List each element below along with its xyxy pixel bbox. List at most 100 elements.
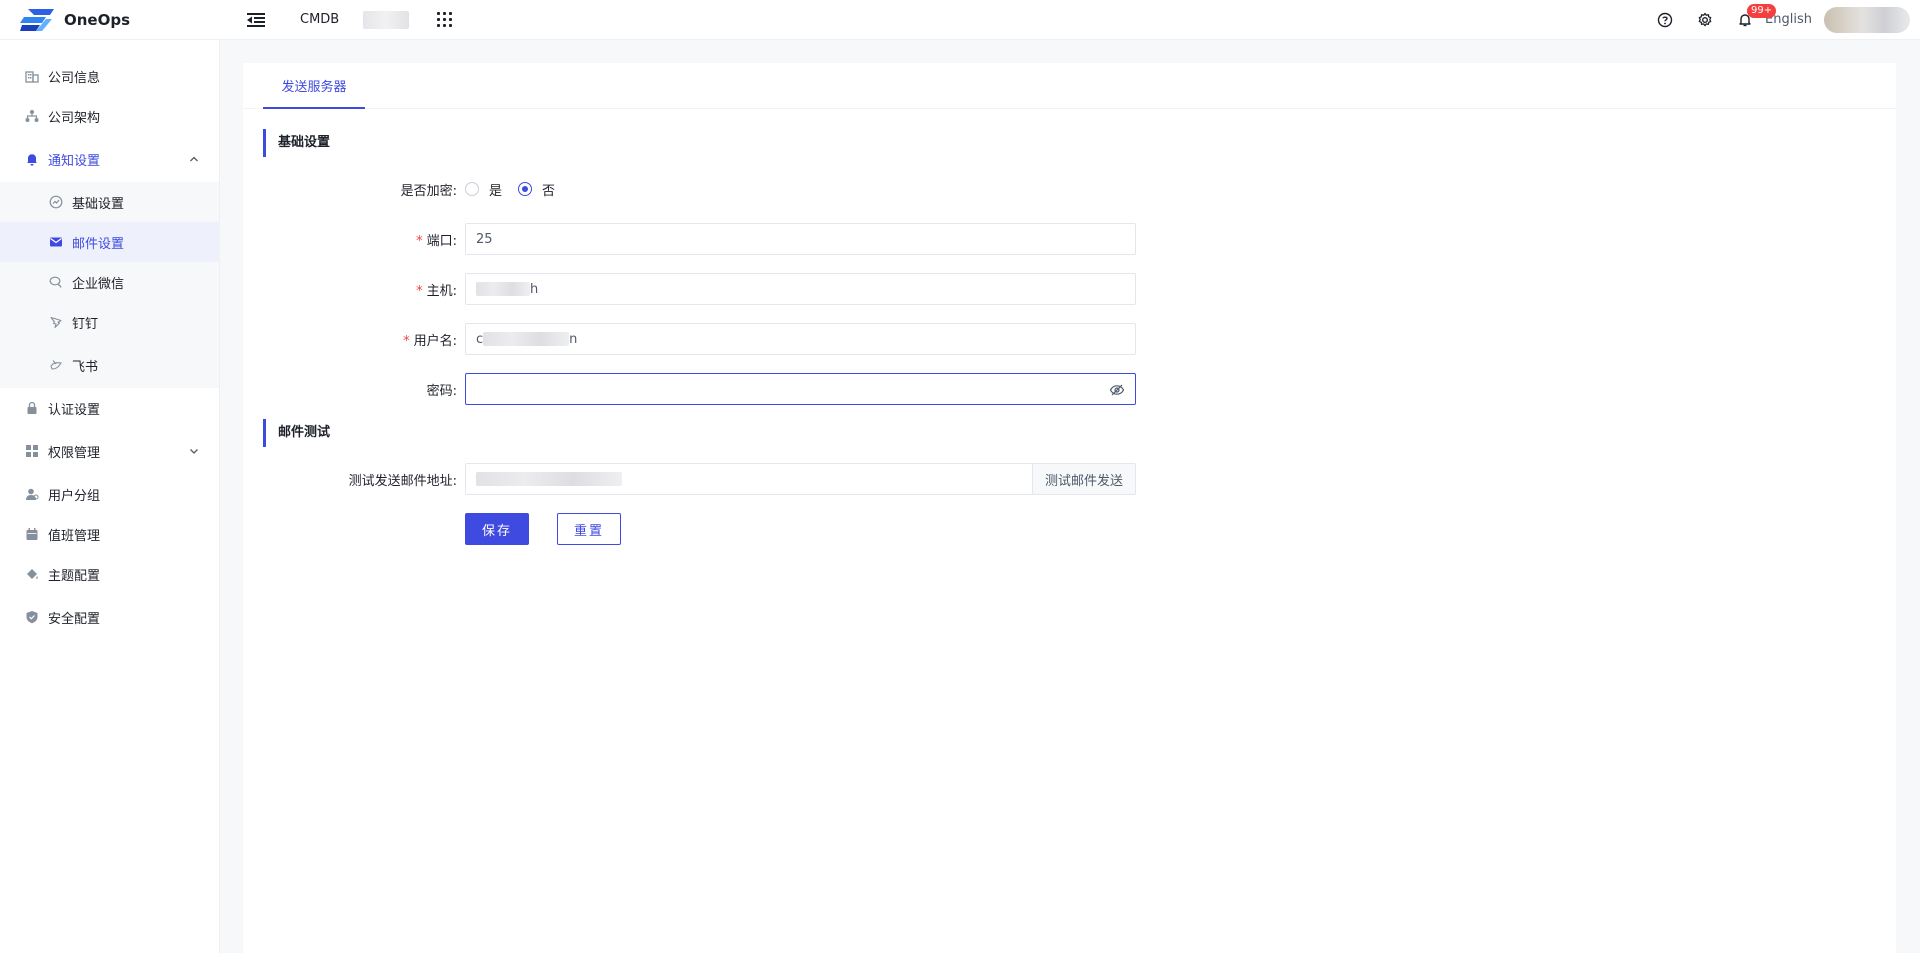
- tab-bar: 发送服务器: [243, 63, 1896, 109]
- sidebar-item-basic-settings[interactable]: 基础设置: [0, 182, 219, 222]
- host-value-suffix: h: [530, 281, 539, 297]
- sidebar-item-label: 公司信息: [48, 70, 101, 86]
- notification-bell-icon[interactable]: 99+: [1735, 3, 1777, 30]
- required-mark: *: [416, 283, 423, 299]
- sidebar-item-label: 基础设置: [72, 196, 125, 212]
- encrypt-label: 是否加密:: [400, 183, 457, 199]
- dingtalk-icon: [48, 314, 64, 330]
- help-icon[interactable]: [1655, 10, 1675, 30]
- sidebar-item-dingtalk[interactable]: 钉钉: [0, 302, 219, 342]
- username-label-text: 用户名:: [413, 333, 457, 349]
- building-icon: [24, 68, 40, 84]
- top-app-cmdb[interactable]: CMDB: [300, 12, 339, 27]
- sidebar-item-label: 飞书: [72, 359, 99, 375]
- reset-button[interactable]: 重置: [557, 513, 621, 545]
- sidebar-item-label: 企业微信: [72, 276, 125, 292]
- sidebar-item-company-structure[interactable]: 公司架构: [0, 96, 219, 136]
- sidebar-item-label: 主题配置: [48, 568, 101, 584]
- sidebar-item-label: 钉钉: [72, 316, 99, 332]
- sidebar-item-feishu[interactable]: 飞书: [0, 342, 219, 388]
- lock-icon: [24, 400, 40, 416]
- port-label: * 端口:: [243, 230, 465, 249]
- org-tree-icon: [24, 108, 40, 124]
- test-mail-send-button[interactable]: 测试邮件发送: [1032, 463, 1136, 495]
- sidebar-item-company-info[interactable]: 公司信息: [0, 56, 219, 96]
- calendar-icon: [24, 526, 40, 542]
- chevron-up-icon[interactable]: [187, 152, 201, 166]
- wechat-icon: [48, 274, 64, 290]
- sidebar-item-label: 值班管理: [48, 528, 101, 544]
- sidebar-item-label: 认证设置: [48, 402, 101, 418]
- sidebar-item-permission-management[interactable]: 权限管理: [0, 428, 219, 474]
- radio-circle-unchecked[interactable]: [465, 182, 479, 196]
- grid-icon: [24, 443, 40, 459]
- top-right-actions: 99+ English: [1635, 3, 1910, 33]
- host-redacted: [476, 282, 530, 296]
- form-row-port: * 端口: 25: [243, 223, 1136, 255]
- sidebar-item-theme-config[interactable]: 主题配置: [0, 554, 219, 594]
- radio-circle-checked[interactable]: [518, 182, 533, 196]
- form-row-password: 密码:: [243, 373, 1136, 405]
- radio-label-yes: 是: [489, 183, 503, 199]
- save-button[interactable]: 保存: [465, 513, 529, 545]
- notification-submenu: 基础设置 邮件设置 企业微信 钉钉 飞书: [0, 182, 219, 388]
- user-group-icon: [24, 486, 40, 502]
- encrypt-radio-yes[interactable]: 是: [465, 180, 502, 199]
- menu-fold-icon[interactable]: [246, 10, 266, 30]
- port-input[interactable]: 25: [465, 223, 1136, 255]
- sidebar-item-label: 权限管理: [48, 445, 101, 461]
- host-input[interactable]: h: [465, 273, 1136, 305]
- section-title-mail-test: 邮件测试: [263, 419, 330, 447]
- settings-gear-icon[interactable]: [1695, 10, 1715, 30]
- test-mail-redacted: [476, 472, 622, 486]
- sidebar-item-mail-settings[interactable]: 邮件设置: [0, 222, 219, 262]
- form-row-host: * 主机: h: [243, 273, 1136, 305]
- chevron-down-icon[interactable]: [187, 444, 201, 458]
- test-mail-label: 测试发送邮件地址:: [348, 473, 457, 489]
- sidebar-item-notification-settings[interactable]: 通知设置: [0, 136, 219, 182]
- form-row-username: * 用户名: c n: [243, 323, 1136, 355]
- host-label-text: 主机:: [426, 283, 457, 299]
- encrypt-radio-no[interactable]: 否: [518, 180, 555, 199]
- test-mail-input[interactable]: [465, 463, 1032, 495]
- username-value-suffix: n: [569, 331, 578, 347]
- port-label-text: 端口:: [426, 233, 457, 249]
- sidebar-item-security-config[interactable]: 安全配置: [0, 594, 219, 640]
- radio-label-no: 否: [542, 183, 556, 199]
- port-value: 25: [476, 231, 493, 247]
- sidebar: 公司信息 公司架构 通知设置 基础设置 邮件设置 企业微信 钉钉 飞书 认证设置…: [0, 40, 220, 953]
- required-mark: *: [403, 333, 410, 349]
- apps-grid-icon[interactable]: [437, 11, 453, 28]
- tab-send-server[interactable]: 发送服务器: [263, 63, 365, 109]
- username-input[interactable]: c n: [465, 323, 1136, 355]
- sidebar-item-label: 公司架构: [48, 110, 101, 126]
- notification-badge: 99+: [1747, 3, 1777, 18]
- logo[interactable]: OneOps: [20, 8, 220, 31]
- host-label: * 主机:: [243, 280, 465, 299]
- sidebar-item-label: 邮件设置: [72, 236, 125, 252]
- required-mark: *: [416, 233, 423, 249]
- mail-icon: [48, 234, 64, 250]
- username-redacted: [483, 332, 570, 346]
- sidebar-item-user-group[interactable]: 用户分组: [0, 474, 219, 514]
- bell-icon: [24, 151, 40, 167]
- sidebar-item-wechat-work[interactable]: 企业微信: [0, 262, 219, 302]
- username-value-prefix: c: [476, 331, 484, 347]
- sidebar-item-auth-settings[interactable]: 认证设置: [0, 388, 219, 428]
- password-label: 密码:: [426, 383, 457, 399]
- top-app-redacted[interactable]: [363, 10, 410, 29]
- feishu-icon: [48, 357, 64, 373]
- app-name: OneOps: [64, 10, 131, 29]
- user-avatar[interactable]: [1824, 6, 1910, 33]
- top-bar: OneOps CMDB 99+ English: [0, 0, 1920, 40]
- section-title-basic: 基础设置: [263, 129, 330, 157]
- mail-settings-panel: 发送服务器 基础设置 是否加密: 是 否 * 端口: 25 * 主机: h * …: [243, 63, 1896, 953]
- sidebar-item-label: 用户分组: [48, 488, 101, 504]
- password-input[interactable]: [465, 373, 1136, 405]
- shield-icon: [24, 609, 40, 625]
- sidebar-item-duty-management[interactable]: 值班管理: [0, 514, 219, 554]
- form-row-test-mail: 测试发送邮件地址: 测试邮件发送: [243, 463, 1136, 495]
- speedometer-icon: [48, 194, 64, 210]
- paint-bucket-icon: [24, 566, 40, 582]
- eye-invisible-icon[interactable]: [1109, 382, 1125, 398]
